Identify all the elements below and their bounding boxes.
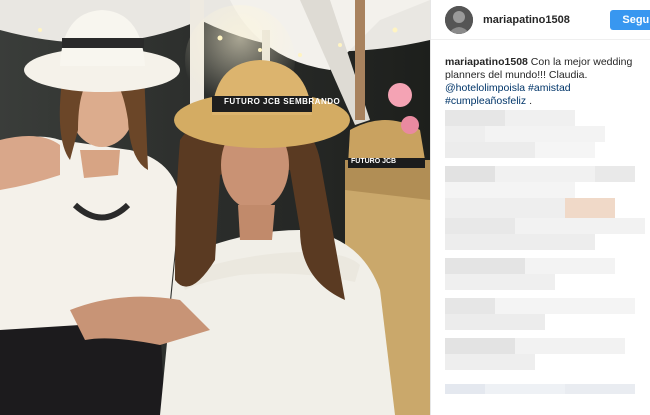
avatar-image-icon [445, 6, 473, 34]
instagram-post: FUTURO JCB SEMBRANDO FUTURO JCB mariapat… [0, 0, 650, 415]
caption-username[interactable]: mariapatino1508 [445, 56, 528, 68]
follow-button[interactable]: Seguir [610, 10, 650, 30]
post-header: mariapatino1508 Seguir [431, 0, 650, 40]
caption-hashtag[interactable]: #amistad [528, 82, 571, 94]
post-photo[interactable]: FUTURO JCB SEMBRANDO FUTURO JCB [0, 0, 430, 415]
header-username[interactable]: mariapatino1508 [483, 14, 570, 26]
post-sidebar: mariapatino1508 Seguir mariapatino1508 C… [430, 0, 650, 415]
caption-trailing: . [529, 95, 532, 107]
pixelated-footer [445, 384, 645, 404]
pixelated-comments [445, 110, 645, 370]
photo-illustration [0, 0, 430, 415]
avatar[interactable] [445, 6, 473, 34]
caption-mention[interactable]: @hotelolimpoisla [445, 82, 525, 94]
post-caption: mariapatino1508 Con la mejor wedding pla… [445, 56, 645, 108]
hat-band-text: FUTURO JCB SEMBRANDO [224, 97, 341, 106]
hat-band-text-secondary: FUTURO JCB [351, 158, 397, 165]
caption-hashtag[interactable]: #cumpleañosfeliz [445, 95, 526, 107]
